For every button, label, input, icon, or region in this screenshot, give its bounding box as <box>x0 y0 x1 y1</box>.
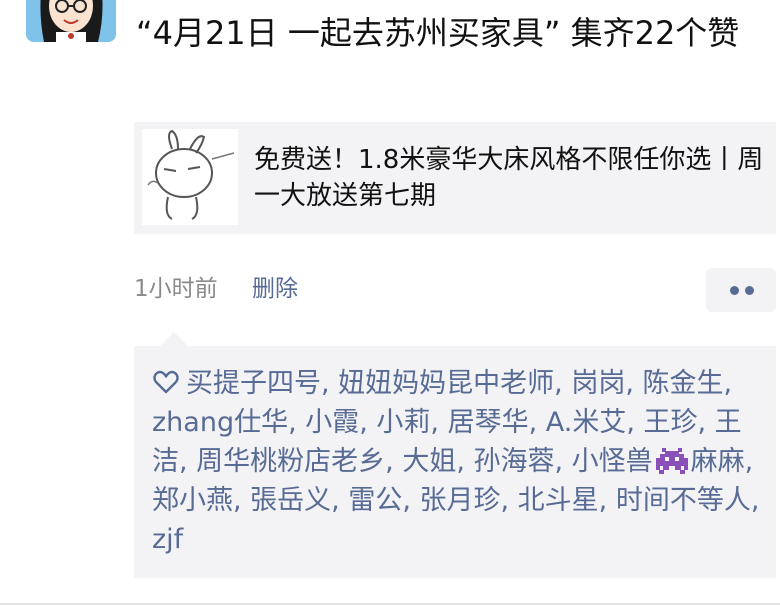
link-thumbnail <box>142 129 238 225</box>
alien-monster-emoji-icon <box>655 448 688 474</box>
heart-outline-icon <box>153 370 179 394</box>
link-card[interactable]: 免费送！1.8米豪华大床风格不限任你选丨周一大放送第七期 <box>134 122 776 234</box>
divider <box>0 603 780 605</box>
link-card-title: 免费送！1.8米豪华大床风格不限任你选丨周一大放送第七期 <box>254 145 764 211</box>
more-dots-icon <box>730 286 739 295</box>
moments-post: “4月21日 一起去苏州买家具” 集齐22个赞 免费送！1.8米豪华大床风格不限… <box>0 0 780 607</box>
avatar[interactable] <box>26 0 116 42</box>
more-dots-icon <box>745 286 754 295</box>
rabbit-sketch-icon <box>142 129 238 225</box>
post-title: “4月21日 一起去苏州买家具” 集齐22个赞 <box>136 14 740 52</box>
avatar-image <box>26 0 116 42</box>
delete-link[interactable]: 删除 <box>252 274 298 304</box>
post-timestamp: 1小时前 <box>134 276 218 302</box>
likes-list: 买提子四号, 妞妞妈妈昆中老师, 岗岗, 陈金生, zhang仕华, 小霞, 小… <box>152 364 767 559</box>
more-button[interactable] <box>706 268 776 312</box>
likes-box: 买提子四号, 妞妞妈妈昆中老师, 岗岗, 陈金生, zhang仕华, 小霞, 小… <box>134 332 776 578</box>
